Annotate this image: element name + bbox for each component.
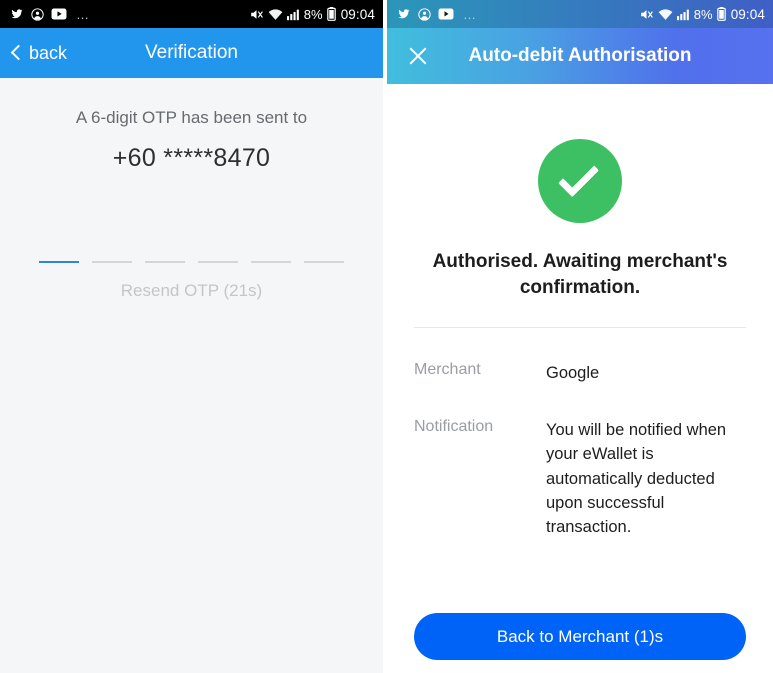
authorisation-appbar: Auto-debit Authorisation xyxy=(387,28,773,84)
status-bar-system-icons-right: 8% 09:04 xyxy=(639,7,765,22)
authorisation-body: Authorised. Awaiting merchant's confirma… xyxy=(387,139,773,673)
battery-icon xyxy=(716,7,726,21)
battery-percent: 8% xyxy=(693,6,713,22)
wifi-icon xyxy=(658,8,673,21)
divider xyxy=(414,327,746,329)
otp-phone-number: +60 *****8470 xyxy=(112,144,271,172)
otp-digit-4[interactable] xyxy=(198,239,238,263)
page-title: Auto-debit Authorisation xyxy=(468,45,692,66)
status-bar-overflow-dots: … xyxy=(76,6,91,22)
cta-container: Back to Merchant (1)s xyxy=(414,613,746,660)
battery-icon xyxy=(326,7,336,21)
verification-body: A 6-digit OTP has been sent to +60 *****… xyxy=(0,78,383,673)
check-circle-icon xyxy=(538,139,622,223)
back-button-label: back xyxy=(29,42,68,63)
detail-value: Google xyxy=(546,364,600,383)
mute-icon xyxy=(249,8,264,21)
detail-value: You will be notified when your eWallet i… xyxy=(546,421,727,536)
back-to-merchant-button[interactable]: Back to Merchant (1)s xyxy=(414,613,746,660)
status-message: Authorised. Awaiting merchant's confirma… xyxy=(432,251,728,298)
verification-screen: … 8% 09:04 back Verification A 6-digit O… xyxy=(0,0,383,673)
youtube-icon xyxy=(438,8,454,20)
chevron-left-icon xyxy=(10,44,27,61)
verification-appbar: back Verification xyxy=(0,28,383,78)
status-bar-overflow-dots: … xyxy=(463,6,478,22)
twitter-icon xyxy=(10,8,24,20)
status-bar-app-icons: … xyxy=(10,8,249,21)
youtube-icon xyxy=(51,8,67,20)
signal-icon xyxy=(676,8,690,21)
mute-icon xyxy=(639,8,654,21)
account-circle-icon xyxy=(31,7,44,21)
status-bar-system-icons: 8% 09:04 xyxy=(249,7,375,22)
account-circle-icon xyxy=(418,7,431,21)
detail-label: Merchant xyxy=(414,361,481,379)
dual-screen-container: … 8% 09:04 back Verification A 6-digit O… xyxy=(0,0,773,673)
status-bar-clock: 09:04 xyxy=(730,6,765,22)
status-bar-left: … 8% 09:04 xyxy=(0,0,383,28)
signal-icon xyxy=(286,8,300,21)
status-bar-app-icons-right: … xyxy=(397,8,639,21)
status-bar-right: … 8% 09:04 xyxy=(387,0,773,28)
twitter-icon xyxy=(397,8,411,20)
otp-digit-3[interactable] xyxy=(145,239,185,263)
otp-digit-6[interactable] xyxy=(304,239,344,263)
close-icon[interactable] xyxy=(407,45,429,67)
detail-row-notification: Notification You will be notified when y… xyxy=(414,418,746,538)
otp-digit-1[interactable] xyxy=(39,239,79,263)
checkmark-glyph xyxy=(558,156,600,198)
authorisation-screen: … 8% 09:04 Auto-debit Authorisation Auth… xyxy=(387,0,773,673)
success-indicator xyxy=(414,139,746,223)
otp-digit-5[interactable] xyxy=(251,239,291,263)
otp-message: A 6-digit OTP has been sent to xyxy=(75,108,308,127)
battery-percent: 8% xyxy=(303,6,323,22)
status-bar-clock: 09:04 xyxy=(340,6,375,22)
otp-input-group[interactable] xyxy=(0,239,383,263)
back-button[interactable]: back xyxy=(10,42,68,64)
wifi-icon xyxy=(268,8,283,21)
detail-label: Notification xyxy=(414,418,494,436)
otp-digit-2[interactable] xyxy=(92,239,132,263)
detail-row-merchant: Merchant Google xyxy=(414,361,746,385)
resend-otp-button[interactable]: Resend OTP (21s) xyxy=(0,281,383,301)
